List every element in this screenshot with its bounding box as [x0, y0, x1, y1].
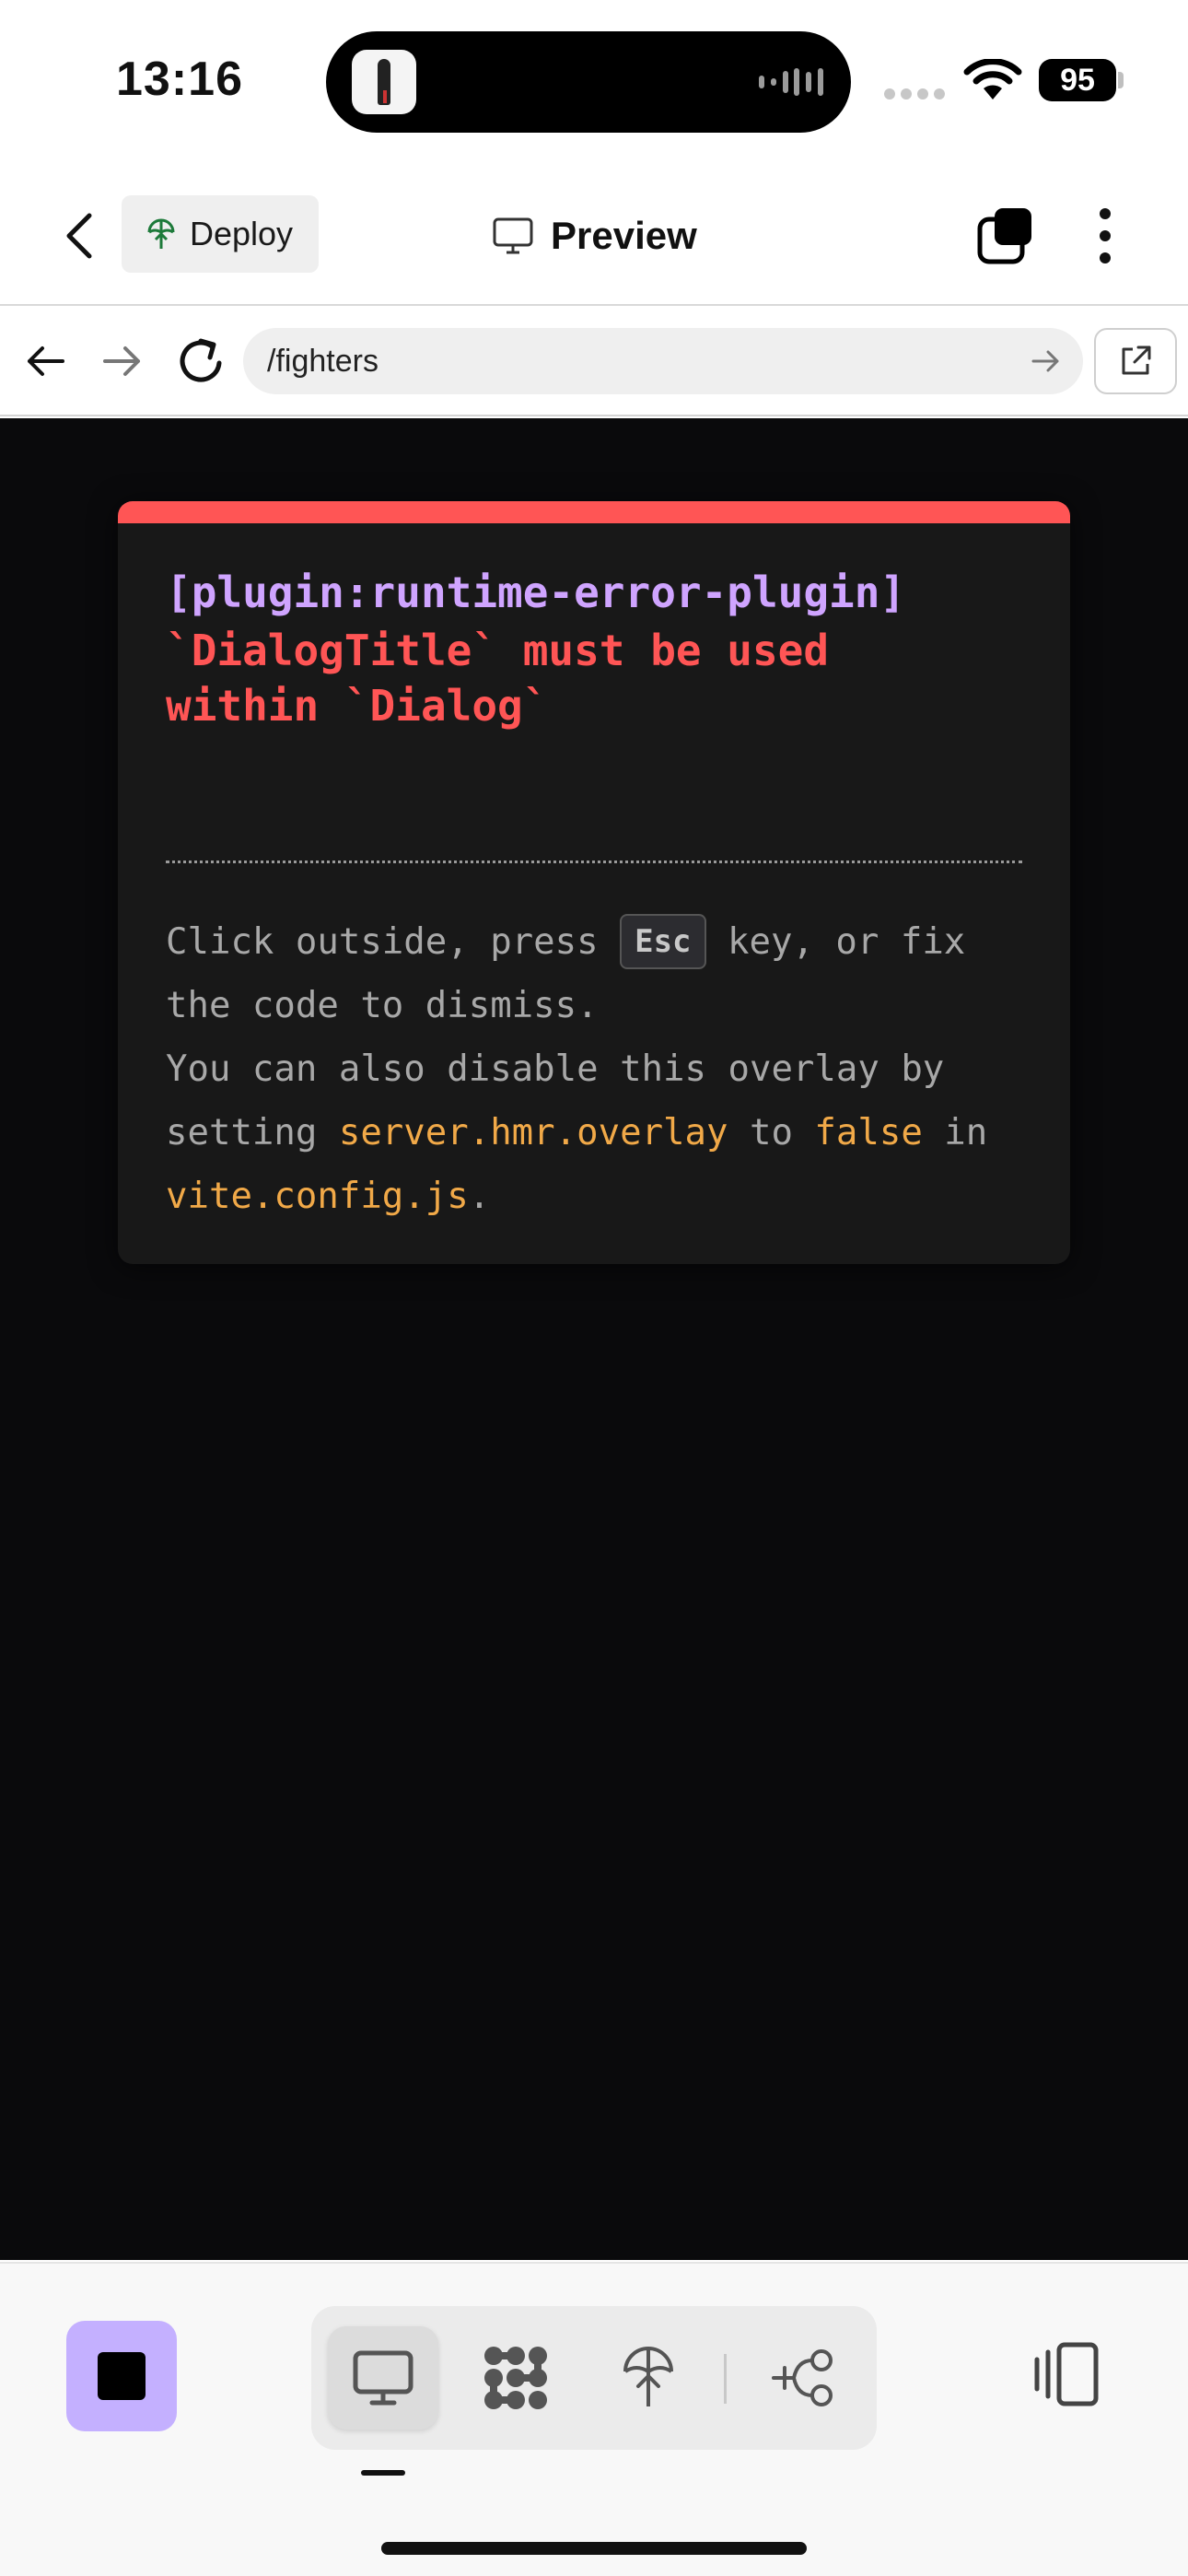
- flow-tab[interactable]: [748, 2326, 858, 2430]
- dynamic-island: [326, 31, 851, 133]
- back-button[interactable]: [52, 205, 107, 267]
- wifi-icon: [963, 59, 1022, 100]
- help-text-1: Click outside, press: [166, 921, 621, 963]
- code-false: false: [814, 1112, 923, 1153]
- error-plugin: [plugin:runtime-error-plugin]: [166, 568, 906, 617]
- preview-title: Preview: [492, 203, 697, 269]
- components-icon: [484, 2347, 547, 2409]
- error-overlay[interactable]: [plugin:runtime-error-plugin] `DialogTit…: [118, 501, 1070, 1264]
- flow-icon: [772, 2349, 833, 2406]
- chevron-left-icon: [66, 213, 92, 259]
- go-arrow-icon[interactable]: [1028, 343, 1065, 380]
- help-text-5: in: [922, 1112, 988, 1153]
- toolbar-divider: [724, 2354, 727, 2404]
- status-time: 13:16: [116, 53, 243, 106]
- reload-icon[interactable]: [173, 332, 228, 389]
- code-hmr-overlay: server.hmr.overlay: [338, 1112, 728, 1153]
- error-divider: [166, 861, 1022, 863]
- arrow-left-icon[interactable]: [20, 335, 72, 387]
- battery-indicator: 95: [1039, 59, 1116, 101]
- arrow-right-icon[interactable]: [96, 335, 147, 387]
- help-text-6: .: [468, 1176, 491, 1217]
- now-playing-app-icon: [352, 50, 416, 114]
- code-vite-config: vite.config.js: [166, 1176, 469, 1217]
- monitor-icon: [493, 217, 533, 254]
- monitor-icon: [353, 2350, 413, 2406]
- esc-key: Esc: [620, 914, 706, 969]
- view-switcher: [311, 2306, 877, 2450]
- preview-tab[interactable]: [328, 2326, 438, 2430]
- battery-tip: [1118, 72, 1124, 88]
- deploy-icon: [147, 218, 175, 249]
- page-title: Preview: [551, 214, 697, 257]
- audio-wave-icon: [759, 66, 823, 98]
- more-options-icon[interactable]: [1083, 205, 1127, 267]
- cellular-signal-icon: [884, 88, 945, 100]
- app-header: Deploy Preview: [0, 166, 1188, 306]
- stop-icon: [98, 2352, 146, 2400]
- external-link-icon: [1122, 345, 1151, 375]
- browser-bar: /fighters: [0, 308, 1188, 416]
- deploy-button[interactable]: Deploy: [122, 195, 319, 273]
- bottom-toolbar: [0, 2262, 1188, 2576]
- deploy-icon: [623, 2347, 673, 2406]
- components-tab[interactable]: [460, 2326, 571, 2430]
- deploy-tab[interactable]: [593, 2326, 704, 2430]
- error-message: `DialogTitle` must be used within `Dialo…: [166, 626, 830, 731]
- home-indicator: [381, 2542, 807, 2555]
- stop-button[interactable]: [66, 2321, 177, 2431]
- open-external-button[interactable]: [1094, 328, 1177, 394]
- preview-area[interactable]: [plugin:runtime-error-plugin] `DialogTit…: [0, 418, 1188, 2260]
- deploy-label: Deploy: [190, 215, 294, 252]
- url-input[interactable]: /fighters: [243, 328, 1083, 394]
- panel-toggle-icon[interactable]: [1031, 2337, 1101, 2411]
- help-text-4: to: [728, 1112, 815, 1153]
- tabs-icon[interactable]: [976, 206, 1035, 265]
- error-help-text: Click outside, press Esc key, or fix the…: [166, 910, 1031, 1228]
- status-bar: 13:16 95: [0, 0, 1188, 166]
- active-tab-indicator: [361, 2470, 405, 2476]
